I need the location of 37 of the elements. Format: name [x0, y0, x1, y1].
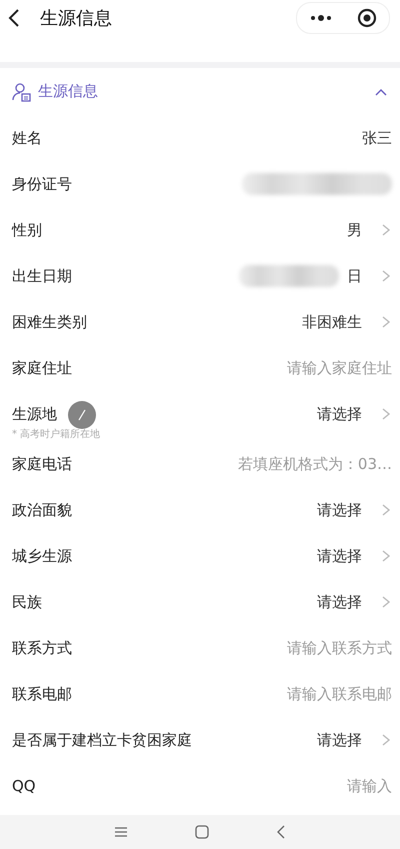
field-label: 家庭电话: [12, 454, 72, 474]
floating-button[interactable]: [68, 401, 96, 429]
capsule-menu[interactable]: [296, 2, 390, 34]
field-value[interactable]: 男: [347, 220, 362, 240]
field-value[interactable]: 请选择: [317, 592, 362, 612]
field-label: QQ: [12, 777, 36, 795]
home-icon[interactable]: [194, 825, 209, 839]
field-label: 出生日期: [12, 266, 72, 286]
field-hint: * 高考时户籍所在地: [11, 428, 102, 441]
more-icon[interactable]: [310, 15, 332, 21]
field-label: 姓名: [12, 128, 42, 148]
field-label: 联系方式: [12, 638, 72, 658]
field-value[interactable]: 请选择: [317, 546, 362, 566]
field-label: 民族: [12, 592, 42, 612]
collapse-icon[interactable]: [374, 86, 388, 96]
field-label: 身份证号: [12, 174, 72, 194]
back-icon[interactable]: [8, 8, 20, 28]
field-label: 性别: [12, 220, 42, 240]
menu-icon[interactable]: [114, 826, 128, 838]
field-value[interactable]: 请选择: [317, 404, 362, 424]
page-title: 生源信息: [40, 7, 113, 30]
person-card-icon: [12, 82, 32, 102]
field-label: 生源地: [12, 404, 57, 424]
field-label: 联系电邮: [12, 684, 72, 704]
field-label: 家庭住址: [12, 358, 72, 378]
field-value[interactable]: 日: [347, 266, 362, 286]
field-label: 城乡生源: [12, 546, 72, 566]
field-label: 是否属于建档立卡贫困家庭: [12, 730, 192, 750]
section-title: 生源信息: [38, 82, 99, 101]
slash-icon: [77, 409, 87, 421]
close-icon[interactable]: [356, 8, 376, 28]
field-value[interactable]: 请选择: [317, 730, 362, 750]
field-value[interactable]: 请选择: [317, 500, 362, 520]
field-value[interactable]: 张三: [362, 128, 392, 148]
field-value[interactable]: 非困难生: [302, 312, 362, 332]
field-label: 困难生类别: [12, 312, 87, 332]
field-label: 政治面貌: [12, 500, 72, 520]
